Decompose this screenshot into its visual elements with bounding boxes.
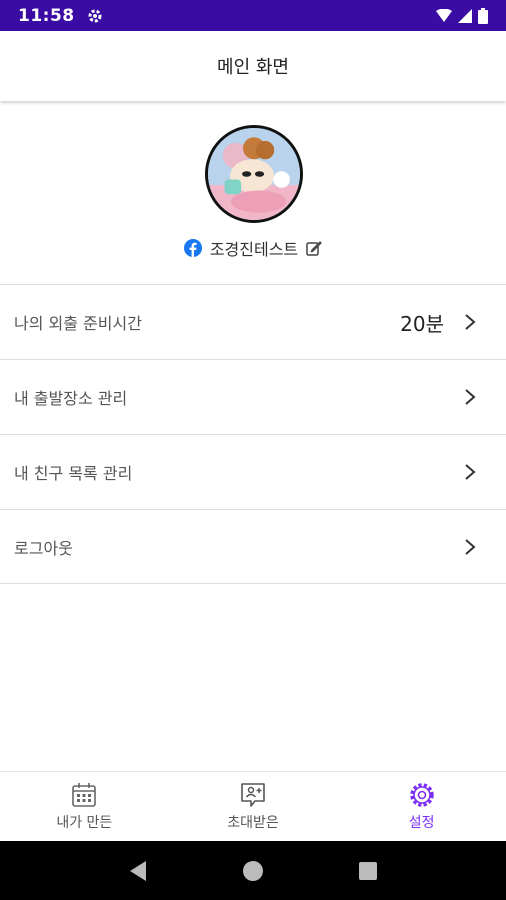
- invite-icon: [241, 783, 265, 807]
- calendar-icon: [72, 783, 97, 807]
- back-icon: [129, 860, 146, 881]
- app-bar: 메인 화면: [0, 31, 506, 101]
- avatar[interactable]: [205, 125, 303, 223]
- back-button[interactable]: [126, 859, 150, 883]
- home-button[interactable]: [241, 859, 265, 883]
- tab-label: 초대받은: [227, 815, 279, 831]
- bottom-nav: 내가 만든 초대받은 설정: [0, 771, 506, 841]
- signal-icon: [458, 8, 472, 23]
- menu-item-friend-list[interactable]: 내 친구 목록 관리: [0, 434, 506, 509]
- status-time: 11:58: [18, 5, 75, 26]
- wifi-icon: [436, 8, 452, 22]
- menu-item-label: 내 출발장소 관리: [14, 389, 128, 408]
- battery-icon: [478, 7, 488, 24]
- avatar-image: [208, 128, 300, 220]
- menu-item-value: 20분: [400, 311, 444, 336]
- tab-invited[interactable]: 초대받은: [169, 772, 338, 841]
- system-nav-bar: [0, 841, 506, 900]
- profile-name-row: 조경진테스트: [0, 236, 506, 260]
- tab-label: 내가 만든: [56, 815, 113, 831]
- edit-icon[interactable]: [306, 240, 323, 256]
- tab-my-created[interactable]: 내가 만든: [0, 772, 169, 841]
- chevron-right-icon: [465, 389, 476, 405]
- settings-status-icon: [88, 9, 102, 22]
- status-icons: [436, 7, 488, 24]
- menu-item-logout[interactable]: 로그아웃: [0, 509, 506, 584]
- chevron-right-icon: [465, 538, 476, 555]
- chevron-right-icon: [465, 314, 476, 330]
- recents-button[interactable]: [356, 859, 380, 883]
- tab-label: 설정: [408, 815, 435, 831]
- page-title: 메인 화면: [217, 57, 289, 78]
- menu-item-label: 나의 외출 준비시간: [14, 314, 142, 333]
- settings-icon: [409, 783, 434, 807]
- menu-item-prep-time[interactable]: 나의 외출 준비시간 20분: [0, 284, 506, 359]
- settings-menu: 나의 외출 준비시간 20분 내 출발장소 관리 내 친구 목록 관리 로그아웃: [0, 284, 506, 584]
- profile-name: 조경진테스트: [209, 240, 299, 259]
- chevron-right-icon: [465, 464, 476, 480]
- menu-item-departure-places[interactable]: 내 출발장소 관리: [0, 359, 506, 434]
- home-icon: [242, 860, 263, 881]
- status-bar: 11:58: [0, 0, 506, 31]
- recents-icon: [359, 861, 378, 880]
- profile-section: 조경진테스트: [0, 101, 506, 285]
- tab-settings[interactable]: 설정: [337, 772, 506, 841]
- menu-item-label: 로그아웃: [14, 538, 73, 558]
- facebook-icon: [183, 239, 202, 257]
- menu-item-label: 내 친구 목록 관리: [14, 464, 133, 483]
